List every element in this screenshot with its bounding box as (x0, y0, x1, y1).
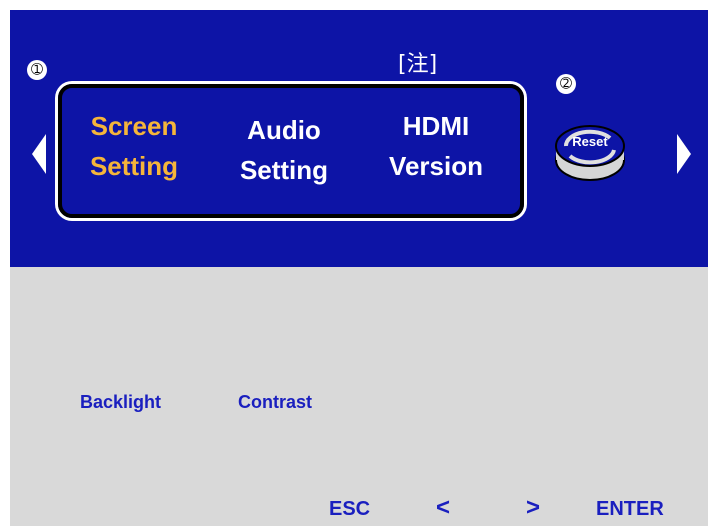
tab-audio-setting[interactable]: Audio Setting (222, 110, 346, 190)
enter-button[interactable]: ENTER (596, 498, 664, 521)
callout-marker-2: ➁ (556, 74, 576, 94)
tab-line-2: Setting (89, 151, 179, 181)
reset-button[interactable]: Reset (552, 120, 628, 186)
tab-line-2: Setting (239, 155, 329, 185)
prev-button[interactable]: < (436, 494, 450, 522)
next-button[interactable]: > (526, 494, 540, 522)
reset-icon (555, 125, 625, 181)
callout-marker-1: ➀ (27, 60, 47, 80)
tab-line-1: HDMI (402, 111, 470, 141)
tab-screen-setting[interactable]: Screen Setting (72, 106, 196, 186)
arrow-right-icon[interactable] (677, 134, 691, 174)
menu-item-backlight[interactable]: Backlight (80, 392, 161, 413)
menu-item-contrast[interactable]: Contrast (238, 392, 312, 413)
arrow-left-icon[interactable] (32, 134, 46, 174)
note-label: [注] (398, 52, 438, 77)
esc-button[interactable]: ESC (329, 498, 370, 521)
tab-line-1: Audio (247, 115, 321, 145)
tab-hdmi-version[interactable]: HDMI Version (374, 106, 498, 186)
tab-line-1: Screen (90, 111, 178, 141)
tab-line-2: Version (389, 151, 483, 181)
reset-label: Reset (572, 134, 608, 149)
